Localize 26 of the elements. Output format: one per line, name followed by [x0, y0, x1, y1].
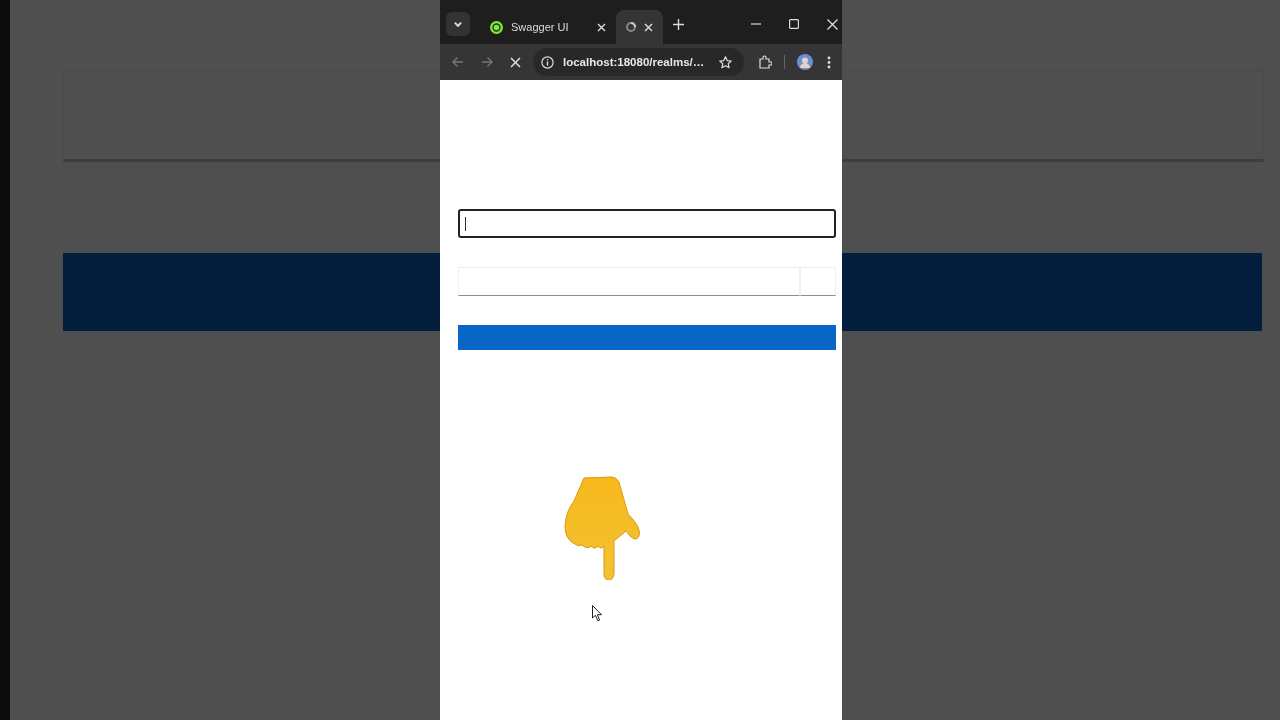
back-icon[interactable] [452, 56, 464, 68]
profile-avatar-icon[interactable] [797, 54, 814, 70]
tab-list-button[interactable] [446, 12, 470, 36]
url-text: localhost:18080/realms/… [563, 56, 705, 68]
maximize-icon[interactable] [789, 19, 799, 29]
puzzle-icon[interactable] [758, 55, 773, 69]
forward-icon[interactable] [481, 56, 493, 68]
pointing-hand-icon [564, 476, 642, 580]
star-icon[interactable] [719, 55, 733, 69]
site-icon [490, 20, 503, 34]
chevron-down-icon [454, 21, 462, 27]
close-icon[interactable] [597, 22, 606, 32]
show-password-button[interactable] [800, 267, 836, 296]
tab-title: Swagger UI [511, 21, 570, 33]
menu-icon[interactable] [827, 55, 832, 69]
info-icon [541, 55, 554, 69]
loading-icon [626, 22, 636, 32]
close-icon[interactable] [644, 22, 653, 32]
new-tab-icon[interactable] [673, 18, 684, 30]
mouse-cursor-icon [592, 605, 603, 622]
password-field[interactable] [458, 267, 800, 296]
username-field[interactable] [458, 209, 836, 238]
browser-tab[interactable] [616, 10, 663, 44]
close-icon[interactable] [827, 18, 838, 30]
address-bar[interactable]: localhost:18080/realms/… [533, 48, 745, 76]
stop-icon[interactable] [510, 56, 521, 68]
